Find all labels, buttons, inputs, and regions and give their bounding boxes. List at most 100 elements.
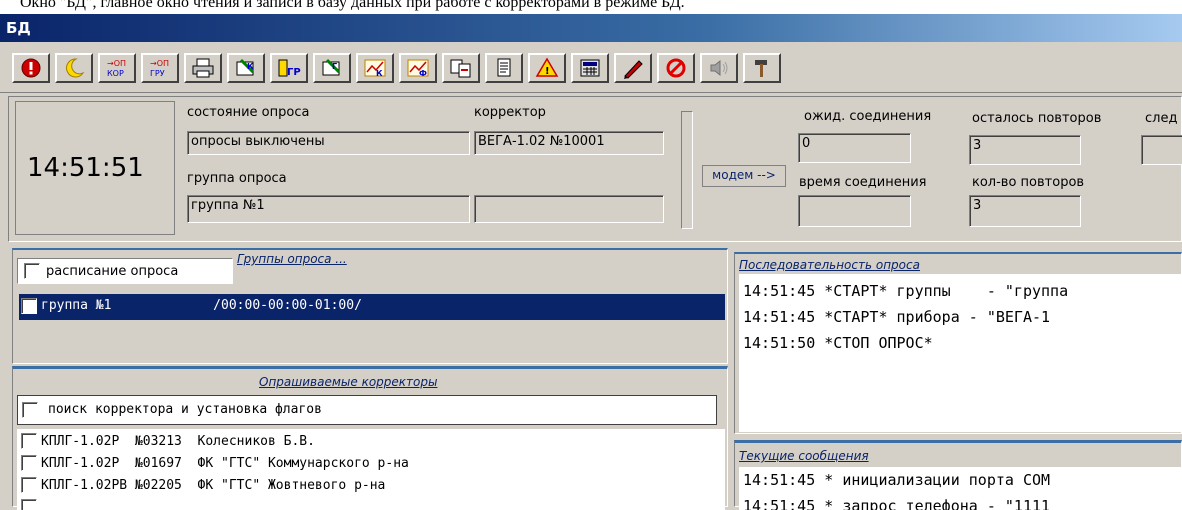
pen-button[interactable] — [614, 53, 652, 83]
group-edit-button[interactable]: Г — [313, 53, 351, 83]
poll-group-button[interactable]: →ОП ГРУ — [141, 53, 179, 83]
connection-time-label: время соединения — [799, 175, 927, 190]
calculator-icon — [580, 59, 600, 77]
svg-text:→ОП: →ОП — [150, 59, 169, 68]
correctors-title: Опрашиваемые корректоры — [259, 375, 438, 389]
svg-text:К: К — [247, 62, 254, 71]
sequence-line: 14:51:45 *СТАРТ* группы - "группа — [743, 282, 1069, 300]
schedule-checkbox-label: расписание опроса — [46, 264, 179, 279]
group-row-checkbox[interactable] — [21, 298, 37, 314]
groups-title: Группы опроса ... — [237, 252, 347, 266]
window-title: БД — [6, 19, 31, 37]
connection-time-field — [798, 195, 911, 227]
corrector-text: КПЛГ-1.02Р №03213 Колесников Б.В. — [41, 433, 315, 449]
search-checkbox-container: поиск корректора и установка флагов — [17, 395, 717, 425]
svg-text:Ф: Ф — [419, 69, 427, 78]
message-line: 14:51:45 * инициализации порта COM — [743, 471, 1051, 489]
chart-f-button[interactable]: Ф — [399, 53, 437, 83]
poll-state-field: опросы выключены — [187, 131, 470, 155]
svg-text:КОР: КОР — [107, 69, 124, 78]
chart-k-icon: К — [364, 59, 386, 78]
chart-k-button[interactable]: К — [356, 53, 394, 83]
corrector-edit-button[interactable]: К — [227, 53, 265, 83]
page-icon — [497, 58, 511, 77]
gr-button[interactable]: ГР — [270, 53, 308, 83]
copy-button[interactable] — [442, 53, 480, 83]
wait-connection-label: ожид. соединения — [804, 109, 932, 124]
search-checkbox[interactable] — [22, 402, 38, 418]
corrector-edit-icon: К — [236, 58, 255, 76]
sequence-line: 14:51:50 *СТОП ОПРОС* — [743, 334, 933, 352]
corrector-checkbox[interactable] — [21, 455, 37, 471]
gr-icon: ГР — [278, 59, 301, 78]
hammer-icon — [755, 60, 767, 77]
clock: 14:51:51 — [27, 153, 144, 183]
search-checkbox-label: поиск корректора и установка флагов — [48, 402, 322, 417]
list-item[interactable] — [21, 497, 37, 510]
sound-button[interactable] — [700, 53, 738, 83]
sound-icon — [710, 59, 728, 77]
splitter[interactable] — [681, 111, 693, 229]
corrector-checkbox[interactable] — [21, 477, 37, 493]
next-label: след — [1145, 111, 1178, 126]
sequence-title: Последовательность опроса — [739, 258, 920, 272]
corrector-field: ВЕГА-1.02 №10001 — [474, 131, 664, 155]
svg-text:ГРУ: ГРУ — [150, 69, 165, 78]
list-item[interactable]: КПЛГ-1.02Р №01697 ФК "ГТС" Коммунарского… — [21, 453, 409, 473]
moon-icon — [66, 58, 85, 78]
corrector-list[interactable]: КПЛГ-1.02Р №03213 Колесников Б.В. КПЛГ-1… — [17, 429, 725, 510]
toolbar: →ОП КОР →ОП ГРУ К ГР Г К Ф ! — [0, 42, 1182, 93]
chart-f-icon: Ф — [407, 59, 429, 78]
schedule-checkbox[interactable] — [24, 263, 40, 279]
groups-panel: расписание опроса Группы опроса ... груп… — [12, 248, 728, 364]
sequence-panel: Последовательность опроса 14:51:45 *СТАР… — [734, 252, 1182, 434]
retries-count-label: кол-во повторов — [972, 175, 1085, 190]
list-item[interactable]: КПЛГ-1.02Р №03213 Колесников Б.В. — [21, 431, 315, 451]
tools-button[interactable] — [743, 53, 781, 83]
group-extra-field — [474, 195, 664, 223]
stop-icon — [21, 58, 41, 78]
page-button[interactable] — [485, 53, 523, 83]
svg-text:!: ! — [545, 66, 550, 77]
alarm-button[interactable]: ! — [528, 53, 566, 83]
messages-title: Текущие сообщения — [739, 449, 869, 463]
group-field: группа №1 — [187, 195, 470, 223]
alarm-icon: ! — [535, 57, 559, 77]
schedule-checkbox-container: расписание опроса — [17, 258, 233, 284]
corrector-label: корректор — [474, 105, 546, 120]
status-panel: 14:51:51 состояние опроса опросы выключе… — [8, 96, 1182, 242]
forbid-button[interactable] — [657, 53, 695, 83]
corrector-checkbox[interactable] — [21, 499, 37, 510]
figure-caption: Окно "БД", главное окно чтения и записи … — [0, 0, 1182, 14]
pen-icon — [624, 60, 643, 79]
message-line: 14:51:45 * запрос телефона - "1111 — [743, 497, 1051, 510]
group-label: группа опроса — [187, 171, 287, 186]
svg-text:К: К — [376, 69, 383, 78]
sequence-log[interactable]: 14:51:45 *СТАРТ* группы - "группа 14:51:… — [739, 274, 1182, 432]
list-item[interactable]: КПЛГ-1.02РВ №02205 ФК "ГТС" Жовтневого р… — [21, 475, 385, 495]
poll-corrector-button[interactable]: →ОП КОР — [98, 53, 136, 83]
messages-panel: Текущие сообщения 14:51:45 * инициализац… — [734, 440, 1182, 510]
corrector-checkbox[interactable] — [21, 433, 37, 449]
copy-icon — [450, 59, 471, 78]
stop-poll-button[interactable] — [12, 53, 50, 83]
sequence-line: 14:51:45 *СТАРТ* прибора - "ВЕГА-1 — [743, 308, 1051, 326]
poll-group-icon: →ОП ГРУ — [150, 59, 169, 78]
messages-log[interactable]: 14:51:45 * инициализации порта COM 14:51… — [739, 467, 1182, 510]
calculator-button[interactable] — [571, 53, 609, 83]
svg-text:Г: Г — [332, 62, 337, 71]
group-row-selected[interactable]: группа №1 /00:00-00:00-01:00/ — [19, 294, 725, 320]
forbid-icon — [666, 58, 686, 78]
retries-left-field: 3 — [969, 135, 1081, 165]
window-titlebar[interactable]: БД — [0, 14, 1182, 42]
print-icon — [192, 58, 214, 78]
next-field — [1141, 135, 1182, 165]
svg-text:→ОП: →ОП — [107, 59, 126, 68]
print-button[interactable] — [184, 53, 222, 83]
modem-button[interactable]: модем --> — [702, 165, 786, 187]
poll-corrector-icon: →ОП КОР — [107, 59, 126, 78]
retries-left-label: осталось повторов — [972, 111, 1102, 126]
svg-text:ГР: ГР — [287, 67, 301, 78]
night-mode-button[interactable] — [55, 53, 93, 83]
retries-count-field: 3 — [969, 195, 1081, 227]
